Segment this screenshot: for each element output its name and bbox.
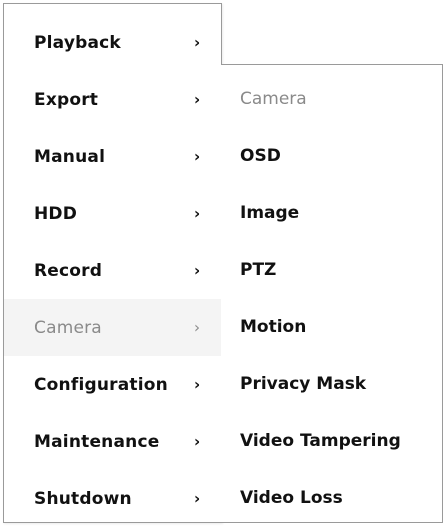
menu-item-camera[interactable]: Camera › <box>4 299 221 356</box>
submenu-item-label: Video Loss <box>240 487 343 508</box>
menu-item-export[interactable]: Export › <box>4 71 221 128</box>
chevron-right-icon: › <box>194 33 201 51</box>
chevron-right-icon: › <box>194 375 201 393</box>
submenu-item-label: Motion <box>240 316 307 337</box>
submenu-item-osd[interactable]: OSD <box>221 127 441 184</box>
submenu-item-video-tampering[interactable]: Video Tampering <box>221 412 441 469</box>
camera-submenu: Camera OSD Image PTZ Motion Privacy Mask… <box>221 64 443 523</box>
chevron-right-icon: › <box>194 147 201 165</box>
chevron-right-icon: › <box>194 432 201 450</box>
menu-item-label: Shutdown <box>34 488 132 509</box>
submenu-item-label: PTZ <box>240 259 277 280</box>
menu-item-label: Playback <box>34 32 121 53</box>
menu-item-configuration[interactable]: Configuration › <box>4 356 221 413</box>
menu-item-playback[interactable]: Playback › <box>4 14 221 71</box>
submenu-item-privacy-mask[interactable]: Privacy Mask <box>221 355 441 412</box>
submenu-header: Camera <box>221 70 441 127</box>
chevron-right-icon: › <box>194 261 201 279</box>
chevron-right-icon: › <box>194 204 201 222</box>
menu-item-label: Record <box>34 260 103 281</box>
submenu-item-label: Video Tampering <box>240 430 401 451</box>
menu-item-manual[interactable]: Manual › <box>4 128 221 185</box>
menu-item-label: Maintenance <box>34 431 160 452</box>
menu-item-label: Export <box>34 89 99 110</box>
submenu-item-motion[interactable]: Motion <box>221 298 441 355</box>
menu-item-label: Manual <box>34 146 106 167</box>
submenu-item-image[interactable]: Image <box>221 184 441 241</box>
submenu-item-label: Privacy Mask <box>240 373 367 394</box>
menu-item-label: Configuration <box>34 374 168 395</box>
submenu-item-label: Image <box>240 202 300 223</box>
main-menu: Playback › Export › Manual › HDD › Recor… <box>3 3 222 523</box>
menu-item-shutdown[interactable]: Shutdown › <box>4 470 221 527</box>
submenu-item-label: OSD <box>240 145 281 166</box>
submenu-item-video-loss[interactable]: Video Loss <box>221 469 441 526</box>
submenu-header-label: Camera <box>240 88 307 109</box>
menu-item-hdd[interactable]: HDD › <box>4 185 221 242</box>
chevron-right-icon: › <box>194 90 201 108</box>
menu-item-maintenance[interactable]: Maintenance › <box>4 413 221 470</box>
menu-item-label: HDD <box>34 203 78 224</box>
menu-item-record[interactable]: Record › <box>4 242 221 299</box>
chevron-right-icon: › <box>194 318 200 336</box>
menu-item-label: Camera <box>34 317 102 338</box>
chevron-right-icon: › <box>194 489 201 507</box>
submenu-item-ptz[interactable]: PTZ <box>221 241 441 298</box>
